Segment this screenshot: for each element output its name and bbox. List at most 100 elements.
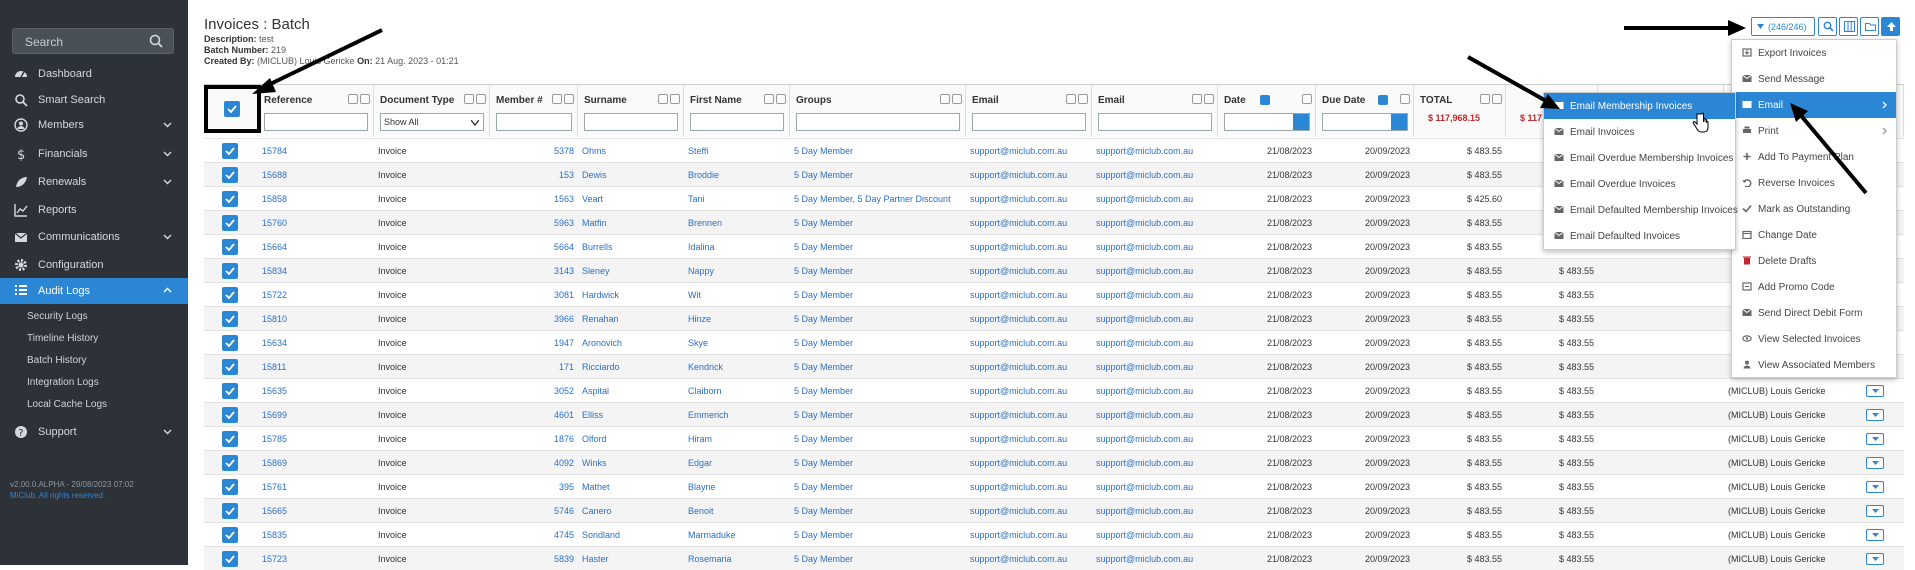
groups-link[interactable]: 5 Day Member xyxy=(794,530,962,540)
column-menu-icon[interactable] xyxy=(360,94,370,104)
row-checkbox[interactable] xyxy=(222,335,238,351)
first-name-link[interactable]: Edgar xyxy=(688,458,786,468)
row-checkbox[interactable] xyxy=(222,311,238,327)
member-number-link[interactable]: 395 xyxy=(494,482,574,492)
email-link[interactable]: support@miclub.com.au xyxy=(970,362,1088,372)
surname-link[interactable]: Ricciardo xyxy=(582,362,680,372)
table-row[interactable]: 15722 Invoice 3081 Hardwick Wit 5 Day Member s… xyxy=(204,282,1904,306)
search-input[interactable]: Search xyxy=(12,28,174,54)
groups-link[interactable]: 5 Day Member xyxy=(794,554,962,564)
email-link[interactable]: support@miclub.com.au xyxy=(970,554,1088,564)
reference-link[interactable]: 15869 xyxy=(262,458,370,468)
first-name-link[interactable]: Hiram xyxy=(688,434,786,444)
first-name-link[interactable]: Idalina xyxy=(688,242,786,252)
row-actions-button[interactable] xyxy=(1866,553,1884,565)
menu-item-mark-as-outstanding[interactable]: Mark as Outstanding xyxy=(1732,196,1896,222)
sidebar-item-support[interactable]: ? Support xyxy=(0,420,188,444)
table-row[interactable]: 15635 Invoice 3052 Aspital Claiborn 5 Day Mem… xyxy=(204,378,1904,402)
surname-link[interactable]: Canero xyxy=(582,506,680,516)
email-link[interactable]: support@miclub.com.au xyxy=(1096,530,1214,540)
first-name-link[interactable]: Nappy xyxy=(688,266,786,276)
surname-link[interactable]: Elliss xyxy=(582,410,680,420)
email-link[interactable]: support@miclub.com.au xyxy=(1096,554,1214,564)
sort-icon[interactable] xyxy=(348,94,358,104)
groups-link[interactable]: 5 Day Member xyxy=(794,290,962,300)
reference-link[interactable]: 15811 xyxy=(262,362,370,372)
search-toggle-button[interactable] xyxy=(1818,17,1837,36)
column-menu-icon[interactable] xyxy=(476,94,486,104)
groups-link[interactable]: 5 Day Member xyxy=(794,266,962,276)
menu-item-view-associated-members[interactable]: View Associated Members xyxy=(1732,352,1896,378)
email2-filter-input[interactable] xyxy=(1098,113,1212,131)
email-link[interactable]: support@miclub.com.au xyxy=(1096,338,1214,348)
first-name-link[interactable]: Rosemaria xyxy=(688,554,786,564)
member-number-link[interactable]: 5963 xyxy=(494,218,574,228)
member-number-link[interactable]: 3143 xyxy=(494,266,574,276)
email-link[interactable]: support@miclub.com.au xyxy=(1096,146,1214,156)
date-filter-input[interactable] xyxy=(1224,113,1310,131)
reference-link[interactable]: 15784 xyxy=(262,146,370,156)
submenu-item-email-overdue-invoices[interactable]: Email Overdue Invoices xyxy=(1544,171,1735,197)
email-link[interactable]: support@miclub.com.au xyxy=(970,482,1088,492)
sidebar-subitem-security-logs[interactable]: Security Logs xyxy=(27,311,88,322)
column-header-email1[interactable]: Email xyxy=(966,85,1092,137)
scroll-top-button[interactable] xyxy=(1881,17,1900,36)
first-name-link[interactable]: Benoit xyxy=(688,506,786,516)
email-link[interactable]: support@miclub.com.au xyxy=(970,434,1088,444)
email-link[interactable]: support@miclub.com.au xyxy=(970,290,1088,300)
sidebar-item-dashboard[interactable]: Dashboard xyxy=(0,62,188,86)
sort-icon[interactable] xyxy=(1066,94,1076,104)
menu-item-add-promo-code[interactable]: Add Promo Code xyxy=(1732,274,1896,300)
column-header-member[interactable]: Member # xyxy=(490,85,578,137)
email-link[interactable]: support@miclub.com.au xyxy=(970,410,1088,420)
email-link[interactable]: support@miclub.com.au xyxy=(1096,434,1214,444)
row-actions-button[interactable] xyxy=(1866,385,1884,397)
reference-link[interactable]: 15664 xyxy=(262,242,370,252)
row-checkbox[interactable] xyxy=(222,215,238,231)
row-checkbox[interactable] xyxy=(222,239,238,255)
member-number-link[interactable]: 4745 xyxy=(494,530,574,540)
surname-link[interactable]: Veart xyxy=(582,194,680,204)
surname-link[interactable]: Hardwick xyxy=(582,290,680,300)
row-actions-button[interactable] xyxy=(1866,409,1884,421)
groups-link[interactable]: 5 Day Member xyxy=(794,506,962,516)
reference-link[interactable]: 15834 xyxy=(262,266,370,276)
member-number-link[interactable]: 1876 xyxy=(494,434,574,444)
email-link[interactable]: support@miclub.com.au xyxy=(1096,482,1214,492)
sort-icon[interactable] xyxy=(764,94,774,104)
column-menu-icon[interactable] xyxy=(1492,94,1502,104)
submenu-item-email-defaulted-invoices[interactable]: Email Defaulted Invoices xyxy=(1544,223,1735,249)
email-link[interactable]: support@miclub.com.au xyxy=(970,386,1088,396)
member-number-link[interactable]: 3966 xyxy=(494,314,574,324)
row-checkbox[interactable] xyxy=(222,431,238,447)
row-checkbox[interactable] xyxy=(222,167,238,183)
table-row[interactable]: 15834 Invoice 3143 Sleney Nappy 5 Day Member s… xyxy=(204,258,1904,282)
first-name-link[interactable]: Blayne xyxy=(688,482,786,492)
row-actions-button[interactable] xyxy=(1866,457,1884,469)
table-row[interactable]: 15761 Invoice 395 Mathet Blayne 5 Day Member s… xyxy=(204,474,1904,498)
row-checkbox[interactable] xyxy=(222,143,238,159)
row-checkbox[interactable] xyxy=(222,191,238,207)
sidebar-item-financials[interactable]: $ Financials xyxy=(0,142,188,166)
sidebar-subitem-timeline-history[interactable]: Timeline History xyxy=(27,333,98,344)
columns-button[interactable] xyxy=(1839,17,1858,36)
surname-link[interactable]: Burrells xyxy=(582,242,680,252)
groups-link[interactable]: 5 Day Member, 5 Day Partner Discount xyxy=(794,194,962,204)
email-link[interactable]: support@miclub.com.au xyxy=(1096,506,1214,516)
column-header-groups[interactable]: Groups xyxy=(790,85,966,137)
reference-link[interactable]: 15634 xyxy=(262,338,370,348)
first-name-link[interactable]: Claiborn xyxy=(688,386,786,396)
table-row[interactable]: 15785 Invoice 1876 Olford Hiram 5 Day Member s… xyxy=(204,426,1904,450)
first-name-link[interactable]: Skye xyxy=(688,338,786,348)
sidebar-subitem-local-cache-logs[interactable]: Local Cache Logs xyxy=(27,399,107,410)
member-number-link[interactable]: 1563 xyxy=(494,194,574,204)
email-link[interactable]: support@miclub.com.au xyxy=(970,314,1088,324)
row-actions-button[interactable] xyxy=(1866,481,1884,493)
email-link[interactable]: support@miclub.com.au xyxy=(970,266,1088,276)
sidebar-subitem-batch-history[interactable]: Batch History xyxy=(27,355,86,366)
first-name-link[interactable]: Kendrick xyxy=(688,362,786,372)
email-link[interactable]: support@miclub.com.au xyxy=(1096,170,1214,180)
reference-link[interactable]: 15688 xyxy=(262,170,370,180)
first-name-link[interactable]: Steffi xyxy=(688,146,786,156)
groups-link[interactable]: 5 Day Member xyxy=(794,410,962,420)
